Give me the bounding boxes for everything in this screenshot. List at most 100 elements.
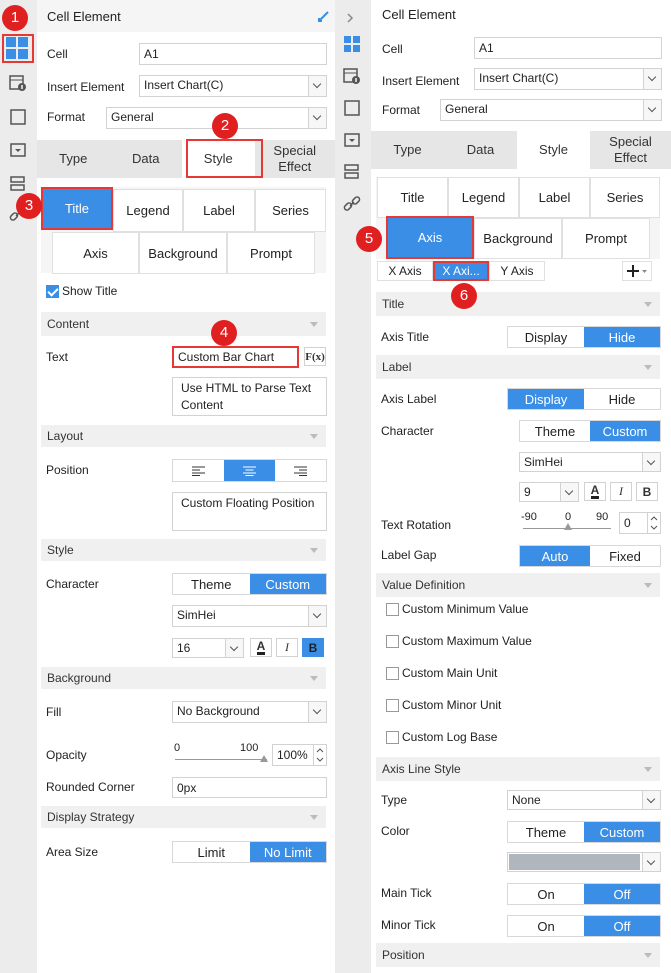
custom-min-value-checkbox[interactable] [386, 603, 399, 616]
border-icon[interactable] [343, 99, 361, 117]
cell-element-icon-2[interactable] [344, 36, 360, 52]
color-picker-select[interactable] [507, 852, 661, 872]
bold-button[interactable]: B [302, 638, 324, 657]
section-title[interactable]: Title [376, 292, 660, 316]
custom-log-base-checkbox[interactable] [386, 731, 399, 744]
custom-option[interactable]: Custom [249, 574, 326, 594]
subtab-legend[interactable]: Legend [448, 177, 519, 218]
italic-button[interactable]: I [276, 638, 298, 657]
subtab-background[interactable]: Background [474, 218, 562, 259]
add-axis-button[interactable] [622, 261, 652, 281]
color-custom-option[interactable]: Custom [584, 822, 660, 842]
main-tick-on-option[interactable]: On [508, 884, 584, 904]
subtab-legend[interactable]: Legend [113, 189, 183, 232]
cell-input[interactable]: A1 [139, 43, 327, 65]
minor-tick-off-option[interactable]: Off [584, 916, 660, 936]
link-icon[interactable] [343, 195, 361, 213]
border-icon[interactable] [9, 108, 27, 126]
hyperlink-list-icon[interactable] [343, 163, 361, 181]
font-size-select[interactable]: 9 [519, 482, 579, 502]
color-theme-option[interactable]: Theme [508, 822, 584, 842]
subtab-label[interactable]: Label [519, 177, 590, 218]
tab-special-effect[interactable]: Special Effect [255, 140, 336, 178]
title-text-input[interactable]: Custom Bar Chart [172, 346, 299, 368]
tab-type[interactable]: Type [371, 131, 444, 169]
align-center-button[interactable] [224, 460, 275, 481]
rotation-spinner[interactable] [647, 513, 660, 533]
axis-title-hide-option[interactable]: Hide [584, 327, 660, 347]
minor-tick-on-option[interactable]: On [508, 916, 584, 936]
font-family-select[interactable]: SimHei [519, 452, 661, 472]
section-position[interactable]: Position [376, 943, 660, 967]
subtab-series[interactable]: Series [590, 177, 660, 218]
limit-option[interactable]: Limit [173, 842, 250, 862]
hyperlink-list-icon[interactable] [9, 175, 27, 193]
subtab-label[interactable]: Label [183, 189, 255, 232]
subtab-background[interactable]: Background [139, 232, 227, 274]
subtab-axis[interactable]: Axis [386, 216, 474, 259]
align-right-button[interactable] [275, 460, 326, 481]
no-limit-option[interactable]: No Limit [249, 842, 326, 862]
subtab-title[interactable]: Title [41, 187, 113, 230]
subtab-series[interactable]: Series [255, 189, 326, 232]
custom-main-unit-checkbox[interactable] [386, 667, 399, 680]
axis-label-hide-option[interactable]: Hide [584, 389, 660, 409]
section-axis-line-style[interactable]: Axis Line Style [376, 757, 660, 781]
tab-type[interactable]: Type [37, 140, 110, 178]
font-family-select[interactable]: SimHei [172, 605, 327, 627]
section-display-strategy[interactable]: Display Strategy [41, 806, 326, 828]
insert-element-select[interactable]: Insert Chart(C) [474, 68, 662, 90]
label-gap-auto-option[interactable]: Auto [520, 546, 590, 566]
theme-option[interactable]: Theme [173, 574, 250, 594]
dropdown-box-icon[interactable] [343, 131, 361, 149]
y-axis-tab[interactable]: Y Axis [489, 261, 545, 281]
theme-option[interactable]: Theme [520, 421, 590, 441]
rotation-slider-handle[interactable] [564, 523, 572, 530]
format-select[interactable]: General [440, 99, 662, 121]
section-label[interactable]: Label [376, 355, 660, 379]
font-color-button[interactable]: A [250, 638, 272, 657]
fill-select[interactable]: No Background [172, 701, 327, 723]
custom-floating-position-option[interactable]: Custom Floating Position [172, 492, 327, 531]
section-background[interactable]: Background [41, 667, 326, 689]
expand-right-icon[interactable] [345, 12, 355, 24]
html-parse-option[interactable]: Use HTML to Parse Text Content [172, 377, 327, 416]
tab-data[interactable]: Data [110, 140, 183, 178]
main-tick-off-option[interactable]: Off [584, 884, 660, 904]
x-axis-2-tab[interactable]: X Axi... [433, 261, 489, 281]
bold-button[interactable]: B [636, 482, 658, 501]
subtab-prompt[interactable]: Prompt [227, 232, 315, 274]
align-left-button[interactable] [173, 460, 224, 481]
x-axis-tab[interactable]: X Axis [377, 261, 433, 281]
axis-title-display-option[interactable]: Display [508, 327, 584, 347]
tab-special-effect[interactable]: Special Effect [590, 131, 671, 169]
insert-element-select[interactable]: Insert Chart(C) [139, 75, 327, 97]
collapse-arrow-icon[interactable] [317, 9, 331, 23]
custom-minor-unit-checkbox[interactable] [386, 699, 399, 712]
section-value-definition[interactable]: Value Definition [376, 573, 660, 597]
custom-max-value-checkbox[interactable] [386, 635, 399, 648]
section-style[interactable]: Style [41, 539, 326, 561]
opacity-slider-track[interactable] [175, 759, 267, 760]
widget-settings-icon[interactable] [343, 67, 361, 85]
widget-settings-icon[interactable] [9, 74, 27, 92]
custom-option[interactable]: Custom [590, 421, 660, 441]
line-type-select[interactable]: None [507, 790, 661, 810]
show-title-checkbox[interactable] [46, 285, 59, 298]
tab-style[interactable]: Style [517, 131, 590, 169]
section-layout[interactable]: Layout [41, 425, 326, 447]
subtab-title[interactable]: Title [377, 177, 448, 218]
font-color-button[interactable]: A [584, 482, 606, 501]
opacity-spinner[interactable] [313, 745, 326, 765]
section-content[interactable]: Content [41, 312, 326, 336]
subtab-prompt[interactable]: Prompt [562, 218, 650, 259]
italic-button[interactable]: I [610, 482, 632, 501]
formula-fx-button[interactable]: F(x) [304, 347, 326, 366]
dropdown-box-icon[interactable] [9, 141, 27, 159]
label-gap-fixed-option[interactable]: Fixed [590, 546, 660, 566]
cell-input[interactable]: A1 [474, 37, 662, 59]
axis-label-display-option[interactable]: Display [508, 389, 584, 409]
rounded-corner-input[interactable]: 0px [172, 777, 327, 798]
font-size-select[interactable]: 16 [172, 638, 244, 658]
opacity-slider-handle[interactable] [260, 755, 268, 762]
